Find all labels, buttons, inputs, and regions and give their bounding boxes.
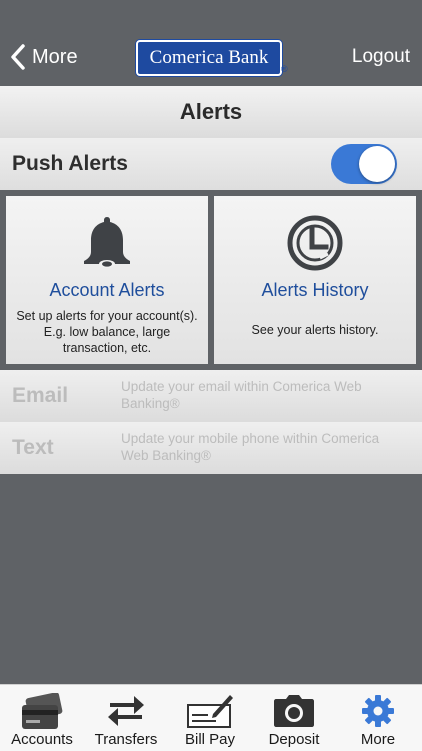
tab-accounts[interactable]: Accounts	[0, 685, 84, 751]
back-button[interactable]: More	[10, 40, 78, 74]
tab-deposit-label: Deposit	[268, 731, 320, 748]
email-description: Update your email within Comerica Web Ba…	[121, 379, 362, 411]
clock-history-icon	[287, 215, 343, 271]
text-alerts-row[interactable]: Text Update your mobile phone within Com…	[0, 422, 422, 474]
cards-icon	[22, 693, 63, 729]
logo-registered-mark: ®	[281, 64, 288, 74]
account-alerts-description: Set up alerts for your account(s). E.g. …	[16, 309, 198, 355]
back-button-label: More	[32, 45, 78, 68]
account-alerts-title: Account Alerts	[49, 280, 165, 300]
alerts-history-card[interactable]: Alerts History See your alerts history.	[214, 196, 416, 364]
tab-accounts-label: Accounts	[11, 731, 73, 748]
tab-more-label: More	[360, 731, 396, 748]
push-alerts-label: Push Alerts	[12, 152, 128, 175]
email-alerts-row[interactable]: Email Update your email within Comerica …	[0, 370, 422, 422]
gear-icon	[362, 695, 394, 727]
logout-button[interactable]: Logout	[352, 46, 410, 68]
comerica-logo: Comerica Bank	[136, 40, 282, 76]
tab-transfers[interactable]: Transfers	[84, 685, 168, 751]
push-alerts-toggle[interactable]	[331, 144, 397, 184]
email-label: Email	[12, 384, 69, 407]
tab-bill-pay[interactable]: Bill Pay	[168, 685, 252, 751]
tab-bill-pay-label: Bill Pay	[184, 731, 236, 748]
text-description: Update your mobile phone within Comerica…	[121, 431, 380, 463]
bell-icon	[84, 217, 130, 268]
tab-deposit[interactable]: Deposit	[252, 685, 336, 751]
camera-icon	[274, 695, 314, 727]
chevron-left-icon	[11, 44, 25, 70]
tab-bar: Accounts Transfers Bill Pay Deposit More	[0, 684, 422, 751]
alerts-history-title: Alerts History	[261, 280, 369, 300]
transfer-arrows-icon	[108, 696, 144, 726]
toggle-knob	[359, 146, 395, 182]
text-label: Text	[12, 436, 54, 459]
alerts-history-description: See your alerts history.	[251, 323, 379, 337]
tab-more[interactable]: More	[336, 685, 420, 751]
page-title: Alerts	[0, 86, 422, 138]
check-pen-icon	[187, 695, 233, 728]
account-alerts-card[interactable]: Account Alerts Set up alerts for your ac…	[6, 196, 208, 364]
logo-text: Comerica Bank	[149, 47, 269, 68]
tab-transfers-label: Transfers	[94, 731, 158, 748]
navigation-bar: More Comerica Bank ® Logout	[0, 0, 422, 86]
